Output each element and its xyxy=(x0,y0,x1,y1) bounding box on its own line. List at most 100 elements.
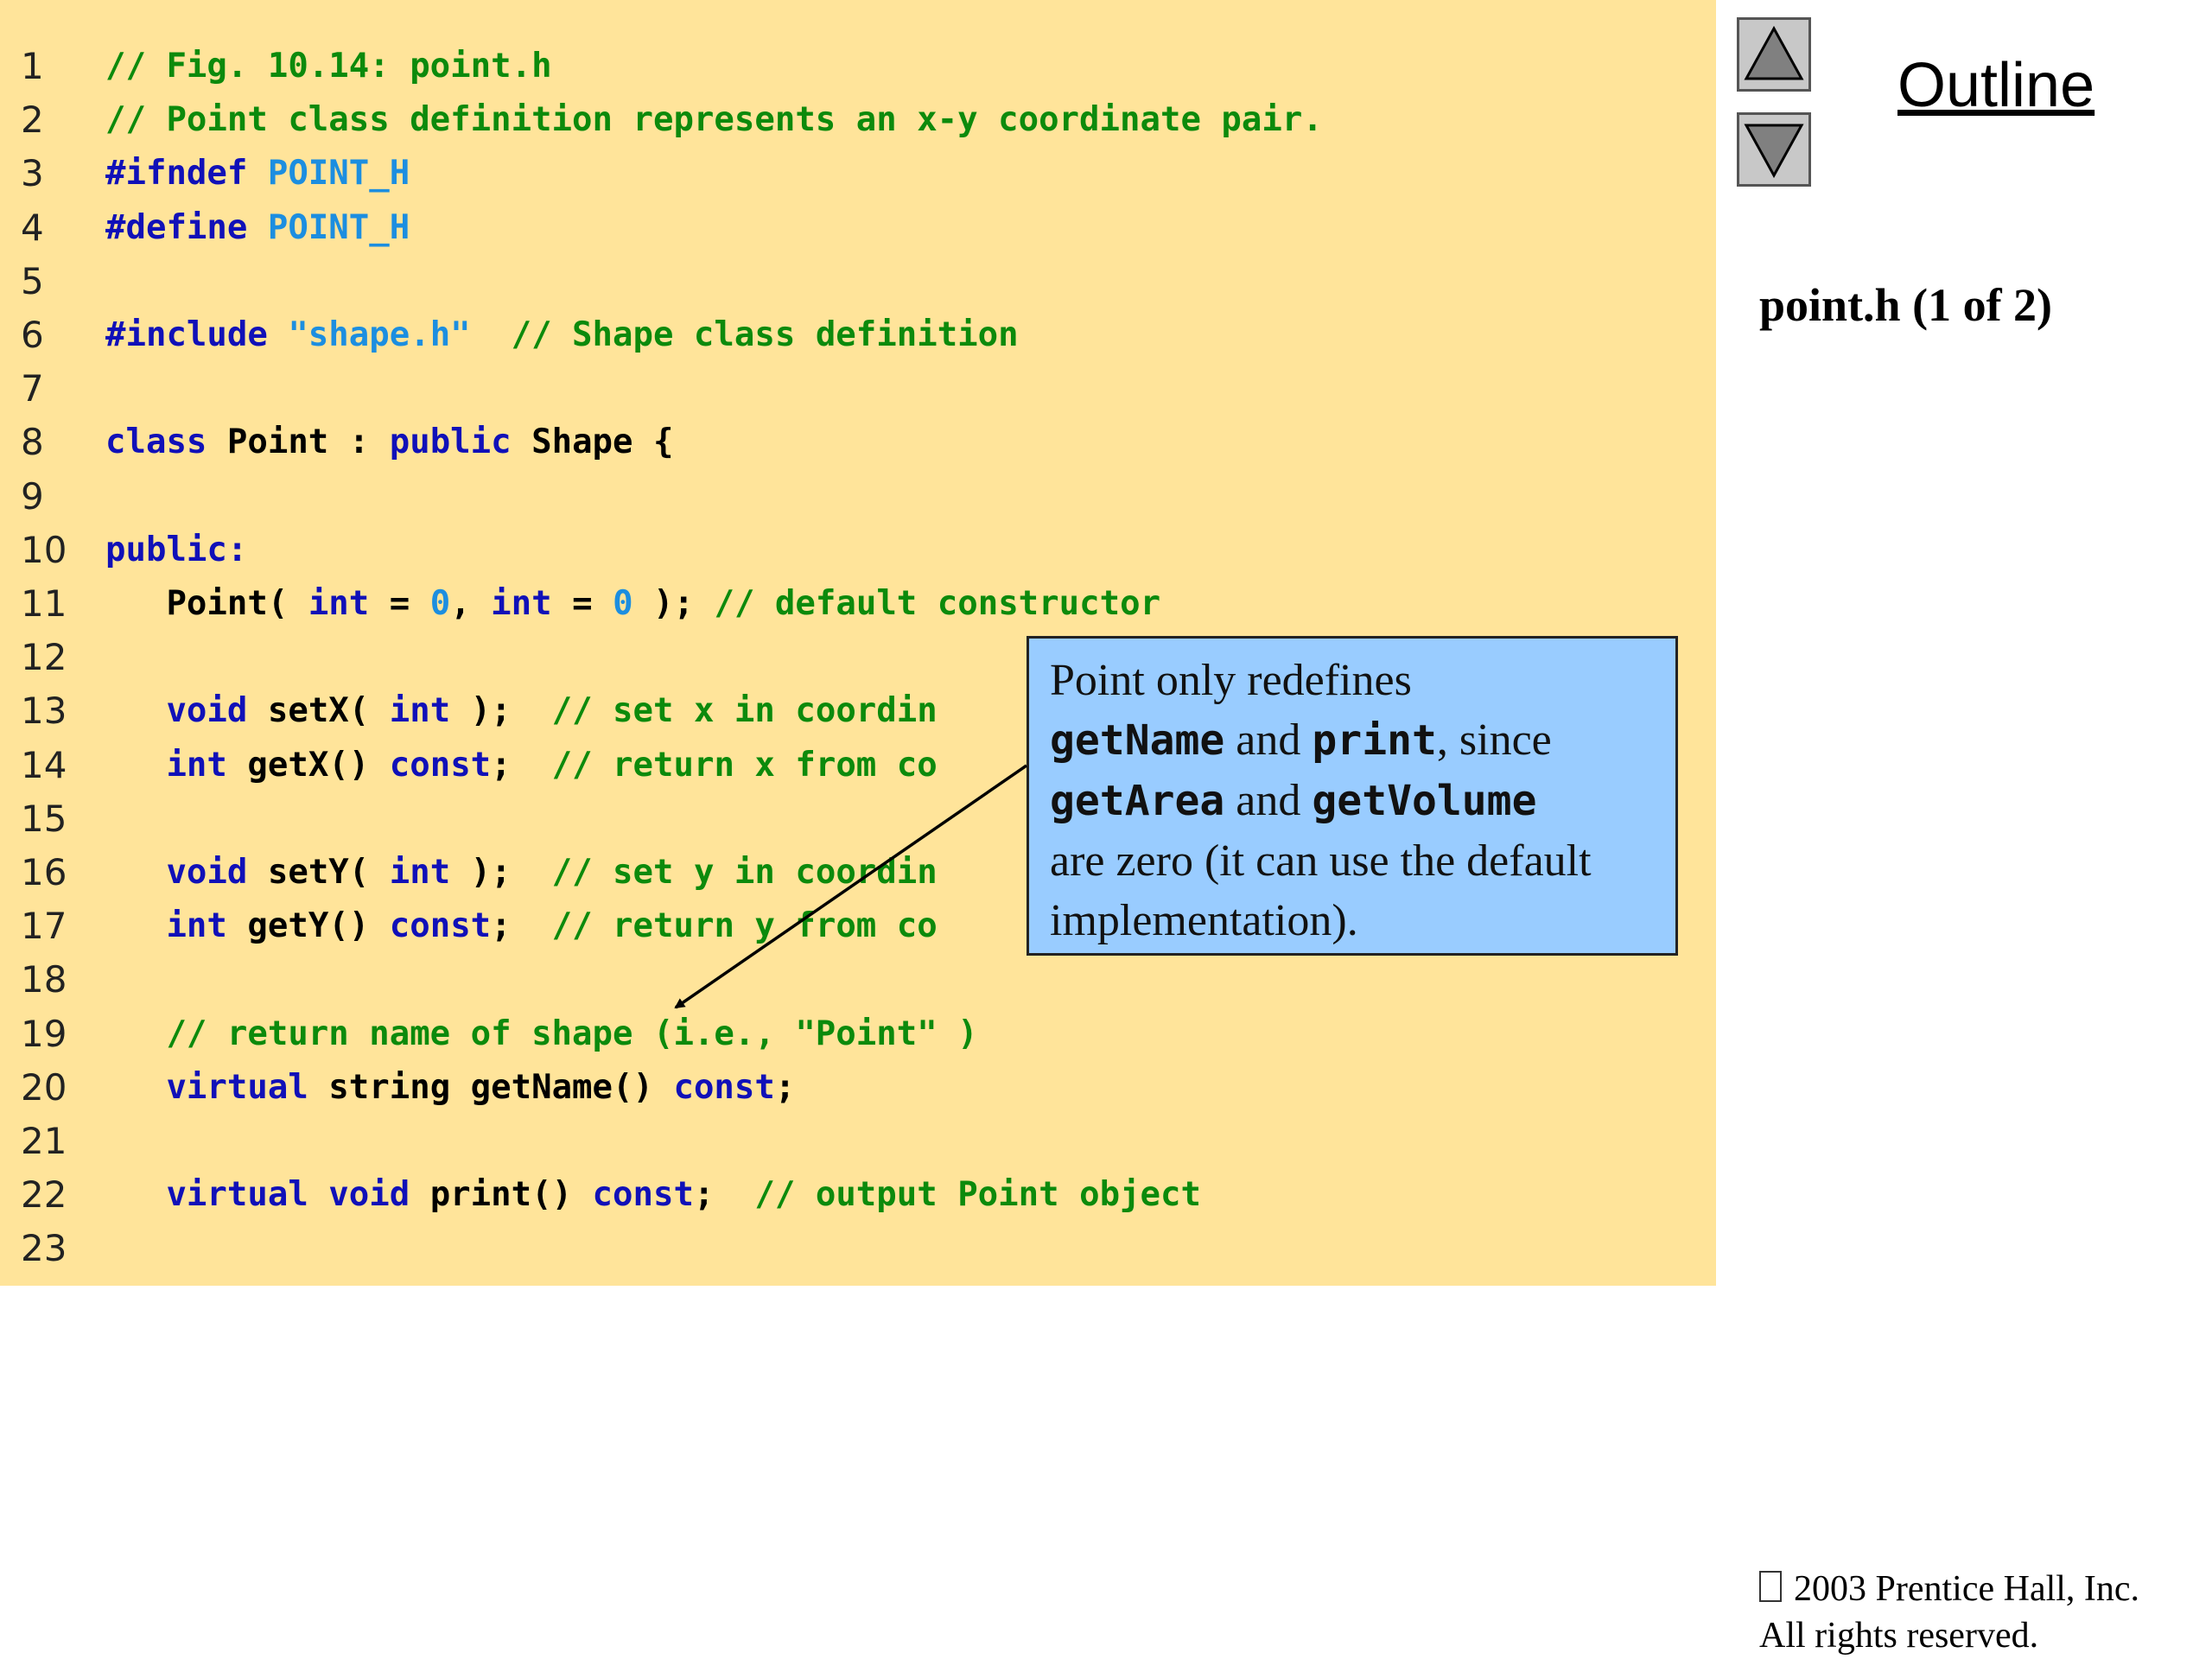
code-token: int xyxy=(389,853,451,892)
code-text: virtual string getName() const; xyxy=(105,1061,795,1115)
code-token: class xyxy=(105,423,227,462)
line-number: 5 xyxy=(21,259,44,302)
previous-slide-button[interactable] xyxy=(1737,17,1811,92)
code-token: const xyxy=(673,1067,775,1107)
code-token: POINT_H xyxy=(267,207,410,247)
code-token: // return name of shape (i.e., "Point" ) xyxy=(105,1014,978,1053)
code-text: virtual void print() const; // output Po… xyxy=(105,1168,1201,1222)
copyright-line-1: 2003 Prentice Hall, Inc. xyxy=(1794,1569,2140,1609)
code-token: #include xyxy=(105,315,289,354)
callout-code-print: print xyxy=(1312,716,1437,765)
code-token: getY() xyxy=(247,906,390,946)
next-slide-button[interactable] xyxy=(1737,112,1811,187)
line-number: 17 xyxy=(21,905,67,948)
code-line: 3 #ifndef POINT_H xyxy=(0,147,1716,200)
callout-text: , since xyxy=(1436,715,1552,765)
code-token: int xyxy=(389,691,451,731)
callout-text: Point only redefines xyxy=(1050,656,1412,705)
code-line: 22 virtual void print() const; // output… xyxy=(0,1168,1716,1222)
code-token: ; xyxy=(774,1067,796,1107)
code-token: const xyxy=(389,745,492,785)
line-number: 6 xyxy=(21,314,44,356)
code-token: 0 xyxy=(613,584,633,623)
code-text: #define POINT_H xyxy=(105,201,410,255)
line-number: 10 xyxy=(21,528,67,571)
code-line: 23 xyxy=(0,1222,1716,1275)
code-line: 19 // return name of shape (i.e., "Point… xyxy=(0,1007,1716,1061)
line-number: 7 xyxy=(21,367,44,410)
code-line: 9 xyxy=(0,470,1716,524)
line-number: 22 xyxy=(21,1173,67,1217)
code-token: POINT_H xyxy=(267,154,410,194)
callout-code-getarea: getArea xyxy=(1050,777,1225,825)
line-number: 14 xyxy=(21,743,67,786)
file-label: point.h (1 of 2) xyxy=(1759,279,2053,331)
code-token: // output Point object xyxy=(754,1175,1201,1215)
line-number: 15 xyxy=(21,797,67,840)
code-token: setY( xyxy=(267,853,390,892)
code-token: Point : xyxy=(226,423,390,462)
code-line: 10 public: xyxy=(0,524,1716,577)
code-token: ); xyxy=(450,853,552,892)
code-token: // return y from co xyxy=(551,906,938,946)
code-text: void setX( int ); // set x in coordin xyxy=(105,684,938,738)
line-number: 13 xyxy=(21,690,67,733)
code-token: string getName() xyxy=(328,1067,674,1107)
code-text: #include "shape.h" // Shape class defini… xyxy=(105,308,1019,362)
line-number: 16 xyxy=(21,851,67,893)
code-token: const xyxy=(592,1175,694,1215)
code-line: 11 Point( int = 0, int = 0 ); // default… xyxy=(0,577,1716,631)
triangle-up-icon xyxy=(1744,25,1804,80)
code-token: public xyxy=(389,423,532,462)
code-token: 0 xyxy=(429,584,451,623)
code-token: int xyxy=(491,584,552,623)
line-number: 23 xyxy=(21,1227,67,1270)
code-line: 4 #define POINT_H xyxy=(0,201,1716,255)
code-token: getX() xyxy=(247,745,390,785)
code-token: Shape { xyxy=(531,423,674,462)
callout-text: and xyxy=(1224,776,1313,825)
code-token: public: xyxy=(105,530,248,569)
code-token: Point( xyxy=(105,584,308,623)
code-token: // default constructor xyxy=(714,584,1161,623)
code-token: ; xyxy=(491,745,552,785)
code-token: // set y in coordin xyxy=(551,853,938,892)
code-token: void xyxy=(166,691,268,731)
code-token: ; xyxy=(491,906,552,946)
code-token: void xyxy=(166,853,268,892)
code-token: int xyxy=(166,906,248,946)
copyright-symbol-icon xyxy=(1759,1571,1782,1602)
line-number: 11 xyxy=(21,582,67,625)
code-token: = xyxy=(369,584,430,623)
code-line: 2 // Point class definition represents an… xyxy=(0,93,1716,147)
line-number: 12 xyxy=(21,636,67,679)
code-token: #ifndef xyxy=(105,154,268,194)
code-token: int xyxy=(166,745,248,785)
code-line: 8 class Point : public Shape { xyxy=(0,416,1716,469)
code-token: "shape.h" xyxy=(288,315,471,354)
code-token: // Shape class definition xyxy=(470,315,1019,354)
code-token: // Fig. 10.14: point.h xyxy=(105,47,552,86)
code-text: class Point : public Shape { xyxy=(105,416,673,469)
code-token: // set x in coordin xyxy=(551,691,938,731)
code-text: // Fig. 10.14: point.h xyxy=(105,40,552,93)
code-token: #define xyxy=(105,207,268,247)
copyright-notice: 2003 Prentice Hall, Inc. All rights rese… xyxy=(1759,1566,2139,1659)
callout-text: and xyxy=(1224,715,1313,765)
callout-code-getvolume: getVolume xyxy=(1312,777,1537,825)
triangle-down-icon xyxy=(1744,124,1804,179)
code-token: = xyxy=(551,584,613,623)
callout-text: are zero (it can use the default impleme… xyxy=(1050,836,1592,945)
code-token: print() xyxy=(429,1175,593,1215)
copyright-line-2: All rights reserved. xyxy=(1759,1616,2039,1656)
code-token: ; xyxy=(693,1175,755,1215)
code-line: 18 xyxy=(0,953,1716,1007)
outline-link[interactable]: Outline xyxy=(1897,50,2094,121)
code-line: 7 xyxy=(0,362,1716,416)
line-number: 21 xyxy=(21,1120,67,1162)
